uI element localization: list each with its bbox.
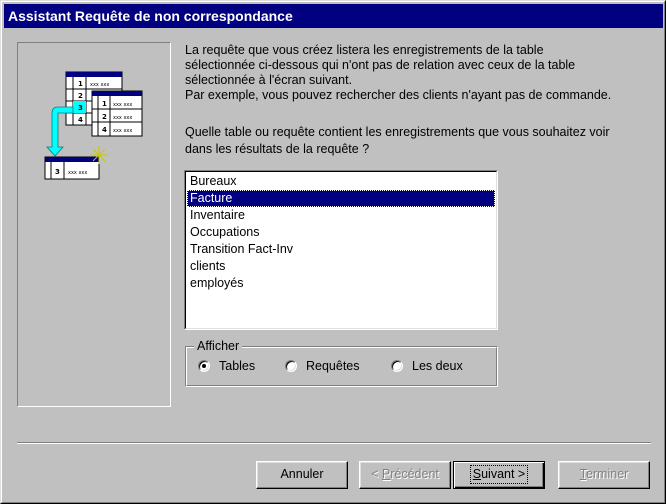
next-button-label: Suivant > (469, 465, 529, 484)
list-item[interactable]: clients (187, 258, 495, 275)
front-row-1-text: xxx xxx (113, 102, 132, 108)
previous-button-label: < Précédent (371, 462, 439, 487)
previous-prefix: < (371, 467, 382, 481)
window-title: Assistant Requête de non correspondance (8, 8, 293, 24)
cancel-button[interactable]: Annuler (256, 461, 348, 489)
previous-button[interactable]: < Précédent (359, 461, 451, 489)
finish-button-label: Terminer (580, 462, 629, 487)
front-row-1-num: 1 (102, 100, 107, 108)
view-groupbox: Afficher Tables Requêtes Les deux (185, 338, 498, 387)
finish-rest: erminer (585, 467, 629, 481)
result-table-graphic: 3 xxx xxx (44, 156, 100, 180)
back-row-1-text: xxx xxx (90, 82, 109, 88)
back-row-3-num-highlight: 3 (78, 104, 83, 112)
next-accel: S (472, 467, 482, 481)
front-row-3-num: 4 (102, 126, 107, 134)
radio-tables-label: Tables (219, 359, 256, 373)
front-row-2-num: 2 (102, 113, 107, 121)
view-groupbox-label: Afficher (194, 338, 243, 354)
next-button[interactable]: Suivant > (453, 461, 545, 489)
previous-rest: récédent (390, 467, 439, 481)
radio-queries[interactable]: Requêtes (285, 357, 360, 375)
radio-dot[interactable] (391, 360, 403, 372)
back-row-1-num: 1 (78, 80, 83, 88)
radio-tables[interactable]: Tables (198, 357, 255, 375)
result-row-text: xxx xxx (68, 170, 87, 176)
next-rest: uivant (481, 467, 515, 481)
title-bar[interactable]: Assistant Requête de non correspondance (4, 4, 663, 28)
front-row-2-text: xxx xxx (113, 115, 132, 121)
list-item[interactable]: Transition Fact-Inv (187, 241, 495, 258)
illustration-panel: 1 2 3 4 3 xxx xxx (17, 42, 171, 407)
front-table-graphic: 1 2 4 xxx xxx xxx xxx xxx xxx (91, 90, 143, 137)
list-item[interactable]: employés (187, 275, 495, 292)
list-item[interactable]: Inventaire (187, 207, 495, 224)
radio-both-label: Les deux (412, 359, 463, 373)
separator (17, 442, 651, 444)
radio-dot[interactable] (198, 360, 210, 372)
table-listbox-items: Bureaux Facture Inventaire Occupations T… (185, 171, 497, 329)
cancel-button-label: Annuler (280, 467, 324, 481)
list-item[interactable]: Bureaux (187, 173, 495, 190)
list-item[interactable]: Occupations (187, 224, 495, 241)
radio-both[interactable]: Les deux (391, 357, 463, 375)
radio-queries-label: Requêtes (306, 359, 360, 373)
table-join-wizard-icon: 1 2 3 4 3 xxx xxx (44, 71, 143, 180)
back-row-2-num: 2 (78, 92, 83, 100)
next-suffix: > (514, 467, 526, 481)
finish-button[interactable]: Terminer (558, 461, 650, 489)
wizard-dialog: Assistant Requête de non correspondance … (0, 0, 666, 504)
front-row-3-text: xxx xxx (113, 128, 132, 134)
dialog-frame: Assistant Requête de non correspondance … (1, 1, 665, 503)
question-text: Quelle table ou requête contient les enr… (185, 125, 610, 156)
instructions-text: La requête que vous créez listera les en… (185, 43, 612, 102)
list-item-selected[interactable]: Facture (187, 190, 495, 207)
result-row-num: 3 (55, 168, 60, 176)
radio-dot[interactable] (285, 360, 297, 372)
back-row-4-num: 4 (78, 116, 83, 124)
previous-accel: P (381, 467, 391, 481)
table-listbox[interactable]: Bureaux Facture Inventaire Occupations T… (184, 170, 498, 330)
